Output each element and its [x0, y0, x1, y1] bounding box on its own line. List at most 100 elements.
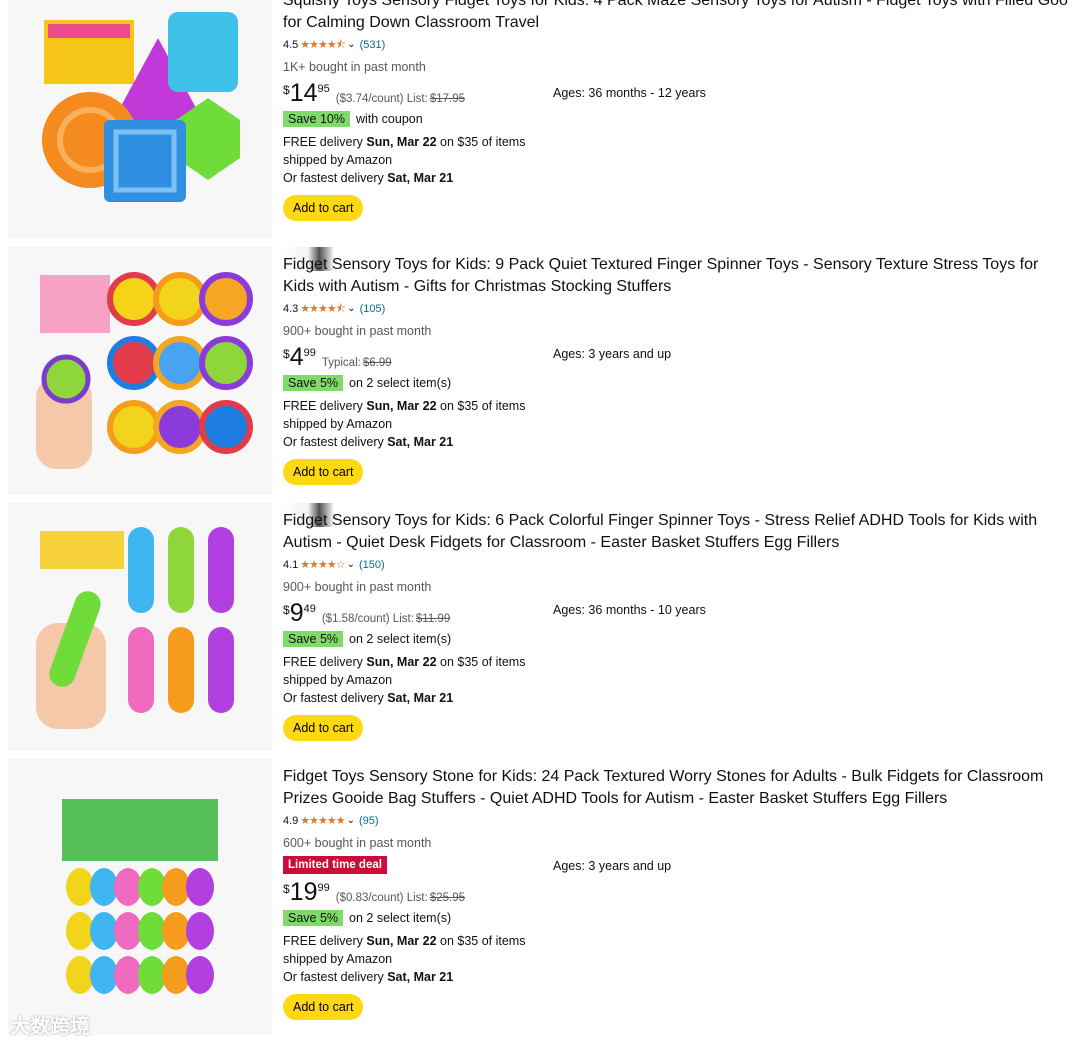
- price-unit-text: ($1.58/count) List:: [321, 612, 414, 625]
- product-list: Squishy Toys Sensory Fidget Toys for Kid…: [0, 0, 1080, 1043]
- fastest-date: Sat, Mar 21: [387, 970, 454, 984]
- shipped-by: shipped by Amazon: [283, 417, 393, 431]
- price-whole: 9: [289, 599, 304, 627]
- price-currency: $: [283, 347, 290, 361]
- product-info: Squishy Toys Sensory Fidget Toys for Kid…: [283, 0, 1072, 221]
- price-fraction: 95: [317, 83, 330, 95]
- rating-value: 4.1: [283, 559, 299, 571]
- review-count-link[interactable]: (531): [360, 38, 386, 52]
- price-currency: $: [283, 83, 290, 97]
- rating-row: 4.3 ★★★★⯪ ⌄ (105): [283, 302, 1072, 316]
- spinner-toys-illustration: [36, 272, 253, 469]
- product-card: Fidget Toys Sensory Stone for Kids: 24 P…: [8, 759, 1080, 1035]
- fastest-label: Or fastest delivery: [283, 691, 388, 705]
- add-to-cart-button[interactable]: Add to cart: [283, 715, 364, 741]
- product-card: Fidget Sensory Toys for Kids: 6 Pack Col…: [8, 503, 1080, 751]
- fastest-label: Or fastest delivery: [283, 970, 388, 984]
- star-rating-icon[interactable]: ★★★★⯪: [300, 302, 346, 316]
- save-badge[interactable]: Save 5%: [283, 910, 344, 926]
- add-to-cart-button[interactable]: Add to cart: [283, 994, 364, 1020]
- rating-row: 4.9 ★★★★★ ⌄ (95): [283, 814, 1072, 828]
- shipped-by: shipped by Amazon: [283, 952, 393, 966]
- list-price: $25.95: [429, 891, 465, 904]
- shipped-by: shipped by Amazon: [283, 153, 393, 167]
- add-to-cart-button[interactable]: Add to cart: [283, 195, 364, 221]
- rating-value: 4.9: [283, 815, 299, 827]
- review-count-link[interactable]: (95): [359, 814, 379, 828]
- rating-row: 4.1 ★★★★☆ ⌄ (150): [283, 558, 1072, 572]
- age-range: Ages: 3 years and up: [553, 859, 672, 873]
- star-rating-icon[interactable]: ★★★★★: [300, 814, 345, 828]
- product-title[interactable]: Squishy Toys Sensory Fidget Toys for Kid…: [283, 0, 1073, 33]
- delivery-date: Sun, Mar 22: [366, 934, 437, 948]
- price[interactable]: $ 4 99 Typical: $6.99: [283, 345, 1072, 370]
- price[interactable]: $ 19 99 ($0.83/count) List: $25.95: [283, 880, 1072, 905]
- fastest-label: Or fastest delivery: [283, 171, 388, 185]
- list-price: $11.99: [415, 612, 451, 625]
- save-badge[interactable]: Save 5%: [283, 631, 344, 647]
- bought-count: 600+ bought in past month: [283, 836, 432, 850]
- bought-count: 900+ bought in past month: [283, 580, 432, 594]
- delivery-info: FREE delivery Sun, Mar 22 on $35 of item…: [283, 397, 1072, 451]
- delivery-info: FREE delivery Sun, Mar 22 on $35 of item…: [283, 932, 1072, 986]
- finger-spinner-illustration: [36, 527, 234, 729]
- product-image[interactable]: [8, 759, 272, 1035]
- product-title[interactable]: Fidget Sensory Toys for Kids: 6 Pack Col…: [283, 510, 1073, 553]
- price-unit-text: ($0.83/count) List:: [335, 891, 428, 904]
- product-info: Fidget Toys Sensory Stone for Kids: 24 P…: [283, 766, 1072, 1020]
- save-text: on 2 select item(s): [349, 376, 452, 390]
- delivery-threshold: on $35 of items: [436, 934, 526, 948]
- price-currency: $: [283, 603, 290, 617]
- age-range: Ages: 36 months - 10 years: [553, 603, 706, 617]
- star-rating-icon[interactable]: ★★★★⯪: [300, 38, 346, 52]
- price-whole: 19: [289, 878, 318, 906]
- limited-deal-badge[interactable]: Limited time deal: [283, 856, 387, 874]
- save-badge[interactable]: Save 5%: [283, 375, 344, 391]
- coupon-row: Save 5% on 2 select item(s): [283, 910, 1072, 926]
- save-text: on 2 select item(s): [349, 911, 452, 925]
- product-image[interactable]: [8, 247, 272, 495]
- free-delivery-label: FREE delivery: [283, 934, 367, 948]
- rating-value: 4.3: [283, 303, 299, 315]
- price-unit-text: Typical:: [321, 356, 361, 369]
- product-info: Fidget Sensory Toys for Kids: 9 Pack Qui…: [283, 254, 1072, 485]
- save-text: with coupon: [355, 112, 423, 126]
- review-count-link[interactable]: (150): [359, 558, 385, 572]
- list-price: $17.95: [429, 92, 465, 105]
- product-title[interactable]: Fidget Sensory Toys for Kids: 9 Pack Qui…: [283, 254, 1073, 297]
- price-fraction: 49: [303, 603, 316, 615]
- maze-toys-illustration: [42, 12, 240, 202]
- delivery-threshold: on $35 of items: [436, 135, 526, 149]
- chevron-down-icon[interactable]: ⌄: [347, 38, 355, 52]
- worry-stones-illustration: [62, 799, 218, 994]
- list-price: $6.99: [362, 356, 392, 369]
- review-count-link[interactable]: (105): [360, 302, 386, 316]
- price-whole: 14: [289, 79, 318, 107]
- fastest-label: Or fastest delivery: [283, 435, 388, 449]
- delivery-date: Sun, Mar 22: [366, 399, 437, 413]
- delivery-info: FREE delivery Sun, Mar 22 on $35 of item…: [283, 653, 1072, 707]
- price-whole: 4: [289, 343, 304, 371]
- coupon-row: Save 5% on 2 select item(s): [283, 631, 1072, 647]
- product-card: Fidget Sensory Toys for Kids: 9 Pack Qui…: [8, 247, 1080, 495]
- chevron-down-icon[interactable]: ⌄: [347, 814, 355, 828]
- watermark: 大数跨境: [10, 1016, 90, 1038]
- free-delivery-label: FREE delivery: [283, 655, 367, 669]
- coupon-row: Save 10% with coupon: [283, 111, 1072, 127]
- product-title[interactable]: Fidget Toys Sensory Stone for Kids: 24 P…: [283, 766, 1073, 809]
- chevron-down-icon[interactable]: ⌄: [347, 558, 355, 572]
- rating-value: 4.5: [283, 39, 299, 51]
- chevron-down-icon[interactable]: ⌄: [347, 302, 355, 316]
- fastest-date: Sat, Mar 21: [387, 435, 454, 449]
- product-image[interactable]: [8, 0, 272, 238]
- bought-count: 1K+ bought in past month: [283, 60, 426, 74]
- coupon-row: Save 5% on 2 select item(s): [283, 375, 1072, 391]
- product-image[interactable]: [8, 503, 272, 751]
- add-to-cart-button[interactable]: Add to cart: [283, 459, 364, 485]
- save-badge[interactable]: Save 10%: [283, 111, 350, 127]
- bought-count: 900+ bought in past month: [283, 324, 432, 338]
- fastest-date: Sat, Mar 21: [387, 171, 454, 185]
- delivery-date: Sun, Mar 22: [366, 655, 437, 669]
- age-range: Ages: 3 years and up: [553, 347, 672, 361]
- star-rating-icon[interactable]: ★★★★☆: [300, 558, 345, 572]
